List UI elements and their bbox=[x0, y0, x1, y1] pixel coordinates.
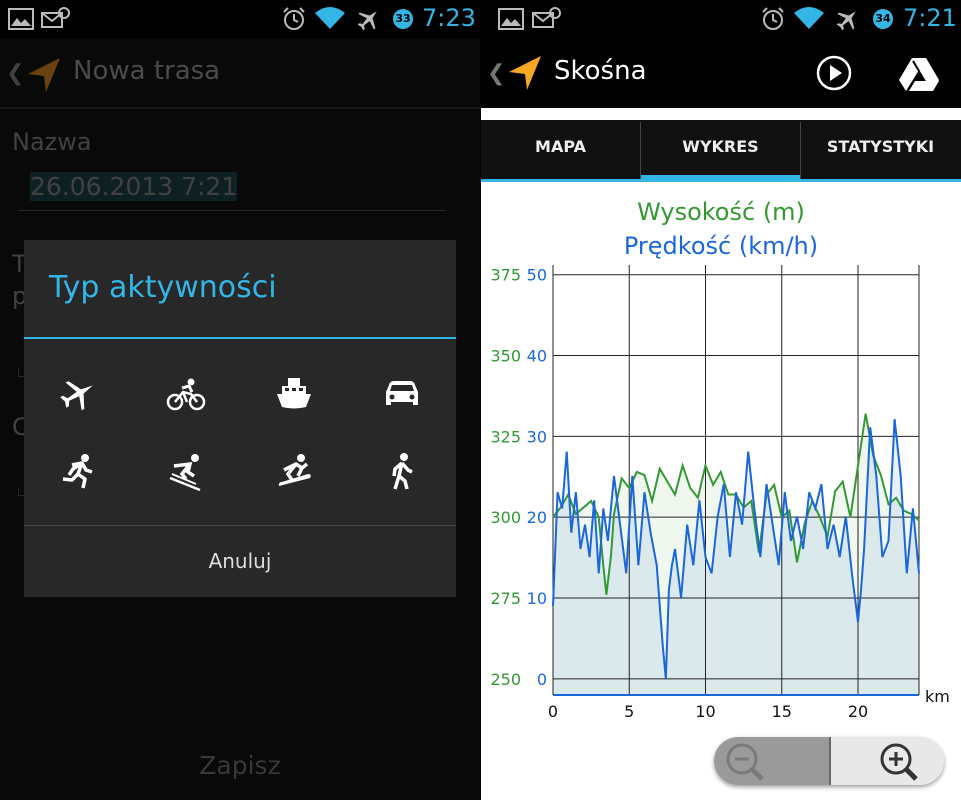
x-tick-label: 5 bbox=[624, 702, 634, 721]
y-left-tick-label: 375 bbox=[490, 266, 521, 285]
zoom-out-button[interactable] bbox=[714, 737, 829, 785]
chart-subtitle: Prędkość (km/h) bbox=[623, 232, 819, 260]
y-right-tick-label: 30 bbox=[527, 427, 547, 446]
battery-indicator: 33 bbox=[393, 9, 413, 29]
x-tick-label: 10 bbox=[695, 702, 715, 721]
chart-title: Wysokość (m) bbox=[637, 198, 805, 226]
bicycle-icon[interactable] bbox=[166, 374, 206, 414]
tab-bar: MAPA WYKRES STATYSTYKI bbox=[481, 120, 961, 182]
x-tick-label: 15 bbox=[772, 702, 792, 721]
action-bar: ❮ Skośna bbox=[481, 38, 961, 108]
activity-type-dialog: Typ aktywności Anuluj bbox=[24, 240, 456, 597]
clock: 7:21 bbox=[903, 4, 957, 32]
airplane-icon[interactable] bbox=[58, 374, 98, 414]
airplane-mode-icon bbox=[357, 11, 377, 31]
status-bar: 34 7:21 bbox=[481, 0, 961, 38]
wifi-icon bbox=[315, 7, 345, 29]
tab-label: MAPA bbox=[535, 137, 586, 156]
y-left-tick-label: 350 bbox=[490, 347, 521, 366]
boat-icon[interactable] bbox=[274, 374, 314, 414]
zoom-in-button[interactable] bbox=[831, 737, 944, 785]
elevation-speed-chart[interactable]: 250 275 300 325 350 375 0 10 20 30 40 50 0 5 10 15 20 km bbox=[481, 260, 961, 730]
running-icon[interactable] bbox=[58, 452, 98, 492]
right-screen: 34 7:21 ❮ Skośna MAPA WYKRES STATYSTYKI … bbox=[481, 0, 961, 800]
y-right-tick-label: 20 bbox=[527, 508, 547, 527]
tab-map[interactable]: MAPA bbox=[481, 120, 640, 182]
tab-chart[interactable]: WYKRES bbox=[641, 120, 800, 182]
app-navigation-arrow-icon[interactable] bbox=[505, 52, 545, 94]
clock: 7:23 bbox=[422, 4, 476, 32]
walking-icon[interactable] bbox=[382, 452, 422, 492]
wifi-icon bbox=[794, 7, 824, 29]
x-tick-label: 20 bbox=[848, 702, 868, 721]
y-left-tick-label: 325 bbox=[490, 427, 521, 446]
tab-label: WYKRES bbox=[682, 137, 759, 156]
alarm-icon bbox=[762, 7, 784, 30]
cancel-button[interactable]: Anuluj bbox=[24, 526, 456, 597]
snowboarding-icon[interactable] bbox=[274, 452, 314, 492]
play-icon[interactable] bbox=[815, 54, 853, 92]
zoom-control bbox=[714, 737, 944, 785]
zoom-in-icon bbox=[880, 743, 918, 781]
tab-bar-underline bbox=[481, 179, 961, 182]
y-right-tick-label: 40 bbox=[527, 347, 547, 366]
battery-indicator: 34 bbox=[873, 9, 893, 29]
left-screen: 33 7:23 ❮ Nowa trasa Nazwa 26.06.2013 7:… bbox=[0, 0, 480, 800]
car-icon[interactable] bbox=[382, 374, 422, 414]
gallery-notification-icon bbox=[8, 8, 34, 30]
y-right-tick-label: 10 bbox=[527, 589, 547, 608]
tab-label: STATYSTYKI bbox=[826, 137, 935, 156]
x-tick-label: 0 bbox=[548, 702, 558, 721]
skiing-icon[interactable] bbox=[166, 452, 206, 492]
gallery-notification-icon bbox=[498, 8, 524, 30]
y-right-tick-label: 0 bbox=[537, 670, 547, 689]
mail-notification-icon bbox=[532, 7, 561, 28]
page-title: Skośna bbox=[554, 56, 647, 86]
tab-statistics[interactable]: STATYSTYKI bbox=[801, 120, 960, 182]
y-left-tick-label: 275 bbox=[490, 589, 521, 608]
dialog-title-divider bbox=[24, 337, 456, 339]
dialog-title: Typ aktywności bbox=[49, 270, 277, 305]
y-left-tick-label: 300 bbox=[490, 508, 521, 527]
zoom-out-icon bbox=[726, 743, 764, 781]
airplane-mode-icon bbox=[836, 11, 856, 31]
back-chevron-icon[interactable]: ❮ bbox=[487, 61, 505, 86]
mail-notification-icon bbox=[41, 7, 70, 28]
y-right-tick-label: 50 bbox=[527, 266, 547, 285]
x-unit-label: km bbox=[925, 687, 950, 706]
google-drive-icon[interactable] bbox=[897, 56, 941, 92]
y-left-tick-label: 250 bbox=[490, 670, 521, 689]
status-bar: 33 7:23 bbox=[0, 0, 480, 38]
alarm-icon bbox=[283, 7, 305, 30]
